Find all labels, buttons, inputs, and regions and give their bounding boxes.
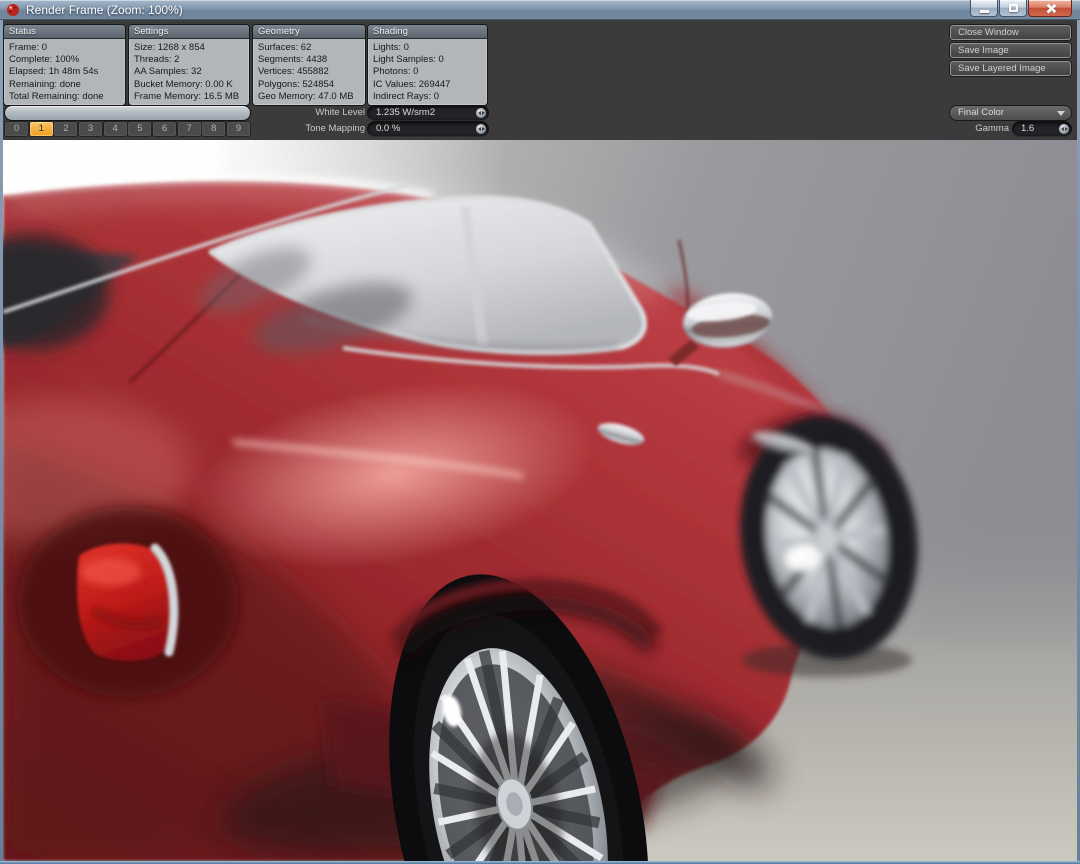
window-border-left: [0, 20, 3, 861]
frame-button[interactable]: 7: [178, 122, 201, 136]
shading-panel-title: Shading: [368, 25, 487, 39]
render-frame-window: Render Frame (Zoom: 100%) Status Frame0 …: [0, 0, 1080, 864]
settings-row: Bucket Memory0.00 K: [134, 79, 244, 91]
settings-row: AA Samples32: [134, 66, 244, 78]
tone-mapping-label: Tone Mapping: [243, 122, 365, 136]
geometry-row: Surfaces62: [258, 42, 360, 54]
tail-light: [18, 507, 238, 697]
save-layered-image-button[interactable]: Save Layered Image: [950, 61, 1071, 76]
titlebar: Render Frame (Zoom: 100%): [0, 0, 1080, 20]
tone-mapping-spinner-icon[interactable]: [476, 124, 486, 134]
shading-panel: Shading Lights0 Light Samples0 Photons0 …: [368, 25, 487, 105]
minimize-button[interactable]: [970, 0, 998, 17]
frame-button[interactable]: 3: [79, 122, 102, 136]
white-level-input[interactable]: 1.235 W/srm2: [368, 106, 488, 120]
frame-buttons: 0 1 2 3 4 5 6 7 8 9: [5, 122, 250, 136]
render-progress-bar: [5, 106, 250, 120]
shading-row: Light Samples0: [373, 54, 482, 66]
maximize-icon: [1009, 4, 1018, 12]
close-window-button[interactable]: Close Window: [950, 25, 1071, 40]
status-row: Frame0: [9, 42, 120, 54]
status-panel: Status Frame0 Complete100% Elapsed1h 48m…: [4, 25, 125, 105]
settings-row: Size1268 x 854: [134, 42, 244, 54]
geometry-panel: Geometry Surfaces62 Segments4438 Vertice…: [253, 25, 365, 105]
minimize-icon: [980, 10, 989, 13]
close-button[interactable]: [1028, 0, 1072, 17]
toolbar: Status Frame0 Complete100% Elapsed1h 48m…: [3, 20, 1077, 140]
geometry-panel-title: Geometry: [253, 25, 365, 39]
frame-button[interactable]: 2: [54, 122, 77, 136]
final-color-dropdown[interactable]: Final Color: [950, 106, 1071, 120]
app-icon: [6, 3, 20, 17]
frame-button[interactable]: 8: [202, 122, 225, 136]
white-level-spinner-icon[interactable]: [476, 108, 486, 118]
shading-row: Photons0: [373, 66, 482, 78]
frame-button[interactable]: 5: [128, 122, 151, 136]
geometry-row: Vertices455882: [258, 66, 360, 78]
maximize-button[interactable]: [999, 0, 1027, 17]
settings-panel-title: Settings: [129, 25, 249, 39]
gamma-spinner-icon[interactable]: [1059, 124, 1069, 134]
tone-mapping-input[interactable]: 0.0 %: [368, 122, 488, 136]
settings-panel: Settings Size1268 x 854 Threads2 AA Samp…: [129, 25, 249, 105]
gamma-label: Gamma: [903, 122, 1009, 136]
geometry-row: Segments4438: [258, 54, 360, 66]
frame-button[interactable]: 0: [5, 122, 28, 136]
save-image-button[interactable]: Save Image: [950, 43, 1071, 58]
chevron-down-icon: [1057, 111, 1065, 116]
settings-row: Frame Memory16.5 MB: [134, 91, 244, 103]
frame-button[interactable]: 1: [30, 122, 53, 136]
render-image: [3, 140, 1077, 861]
frame-button[interactable]: 6: [153, 122, 176, 136]
render-viewport[interactable]: [3, 140, 1077, 861]
settings-row: Threads2: [134, 54, 244, 66]
shading-row: Indirect Rays0: [373, 91, 482, 103]
status-row: Elapsed1h 48m 54s: [9, 66, 120, 78]
shading-row: IC Values269447: [373, 79, 482, 91]
close-icon: [1045, 3, 1056, 14]
window-title: Render Frame (Zoom: 100%): [26, 3, 183, 17]
shading-row: Lights0: [373, 42, 482, 54]
frame-button[interactable]: 4: [104, 122, 127, 136]
gamma-input[interactable]: 1.6: [1013, 122, 1071, 136]
status-row: Complete100%: [9, 54, 120, 66]
geometry-row: Polygons524854: [258, 79, 360, 91]
geometry-row: Geo Memory47.0 MB: [258, 91, 360, 103]
status-row: Remainingdone: [9, 79, 120, 91]
white-level-label: White Level: [243, 106, 365, 120]
status-panel-title: Status: [4, 25, 125, 39]
progress-fill: [5, 106, 250, 120]
status-row: Total Remainingdone: [9, 91, 120, 103]
